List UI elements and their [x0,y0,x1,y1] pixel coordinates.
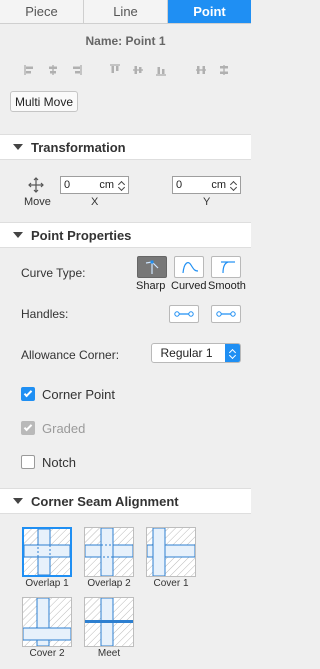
meet-icon [85,597,133,647]
handle-left-button[interactable] [169,305,199,323]
notch-label: Notch [42,455,76,470]
seam-cover-1-option[interactable] [146,527,196,577]
distribute-toolbar [195,64,241,78]
section-title: Point Properties [31,227,132,243]
overlap-2-icon [84,527,134,577]
curve-type-label: Curve Type: [21,266,86,280]
curved-curve-icon [182,262,199,274]
seam-cover-1-label: Cover 1 [153,578,189,589]
seam-overlap-1-option[interactable] [22,527,72,577]
seam-cover-2-option[interactable] [22,597,72,647]
tab-point[interactable]: Point [168,0,251,23]
y-position-field[interactable]: 0 cm [172,176,241,194]
handle-left-icon [174,311,194,317]
graded-label: Graded [42,421,86,436]
transformation-section-header[interactable]: Transformation [0,134,251,160]
distribute-vertical-icon[interactable] [218,64,230,76]
move-icon [28,177,44,196]
distribute-horizontal-icon[interactable] [195,64,207,76]
allowance-corner-value: Regular 1 [160,346,213,360]
graded-checkbox [21,421,35,435]
collapse-caret-icon [13,498,23,504]
section-title: Transformation [31,139,126,155]
handle-right-icon [216,311,236,317]
x-unit: cm [99,179,114,191]
y-spinner-icon[interactable] [228,180,238,191]
x-label: X [91,196,99,208]
allowance-corner-label: Allowance Corner: [21,348,120,362]
align-top-icon[interactable] [109,64,121,76]
y-label: Y [203,196,211,208]
curve-type-sharp-label: Sharp [136,280,166,292]
seam-overlap-1-label: Overlap 1 [25,578,69,589]
curve-type-sharp-button[interactable] [137,256,167,278]
align-center-vertical-icon[interactable] [132,64,144,76]
curve-type-curved-button[interactable] [174,256,204,278]
panel-tabs: Piece Line Point [0,0,251,24]
move-label: Move [24,196,51,208]
handle-right-button[interactable] [211,305,241,323]
align-bottom-icon[interactable] [155,64,167,76]
notch-checkbox[interactable] [21,455,35,469]
y-unit: cm [211,179,226,191]
curve-type-smooth-label: Smooth [208,280,246,292]
seam-meet-option[interactable] [84,597,134,647]
handles-label: Handles: [21,307,69,321]
tab-line[interactable]: Line [84,0,168,23]
point-name-label: Name: Point 1 [85,34,166,48]
select-arrows-icon [225,344,240,362]
overlap-1-icon [23,528,71,576]
cover-2-icon [22,597,72,647]
curve-type-curved-label: Curved [171,280,207,292]
alignment-toolbar [24,64,93,78]
corner-point-checkbox[interactable] [21,387,35,401]
x-value: 0 [64,179,71,191]
align-center-horizontal-icon[interactable] [47,64,59,76]
collapse-caret-icon [13,232,23,238]
x-position-field[interactable]: 0 cm [60,176,129,194]
seam-cover-2-label: Cover 2 [29,648,65,659]
sharp-curve-icon [145,260,159,274]
curve-type-smooth-button[interactable] [211,256,241,278]
y-value: 0 [176,179,183,191]
alignment-toolbar-vertical [109,64,178,78]
tab-piece[interactable]: Piece [0,0,84,23]
point-properties-section-header[interactable]: Point Properties [0,222,251,248]
x-spinner-icon[interactable] [116,180,126,191]
multi-move-button[interactable]: Multi Move [10,91,78,112]
align-right-icon[interactable] [70,64,82,76]
corner-point-label: Corner Point [42,387,115,402]
corner-seam-section-header[interactable]: Corner Seam Alignment [0,488,251,514]
cover-1-icon [146,527,196,577]
seam-meet-label: Meet [97,648,121,659]
seam-overlap-2-label: Overlap 2 [87,578,131,589]
collapse-caret-icon [13,144,23,150]
align-left-icon[interactable] [24,64,36,76]
seam-overlap-2-option[interactable] [84,527,134,577]
allowance-corner-select[interactable]: Regular 1 [151,343,241,363]
smooth-curve-icon [221,261,235,274]
section-title: Corner Seam Alignment [31,493,179,509]
